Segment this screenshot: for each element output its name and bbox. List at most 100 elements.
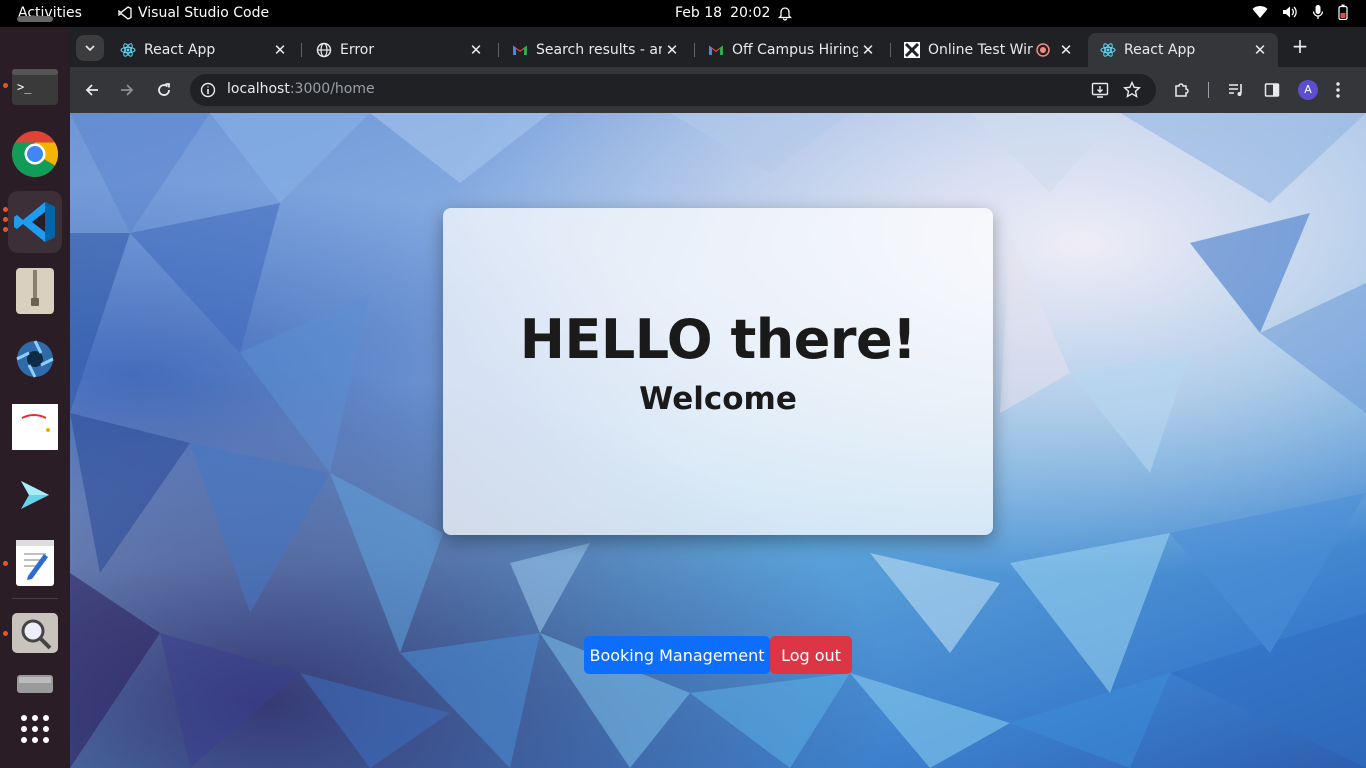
microphone-icon bbox=[1312, 5, 1324, 19]
dock-partial-item[interactable] bbox=[8, 5, 62, 23]
close-tab-icon[interactable]: ✕ bbox=[662, 41, 682, 59]
clock[interactable]: Feb 18 20:02 bbox=[675, 5, 793, 21]
tab-title: Error bbox=[340, 42, 375, 58]
forward-button[interactable] bbox=[115, 78, 139, 102]
url-text[interactable]: localhost:3000/home bbox=[227, 81, 375, 97]
tab-search-results[interactable]: Search results - am ✕ bbox=[500, 33, 690, 67]
side-panel-icon bbox=[1264, 83, 1280, 97]
react-icon bbox=[1100, 43, 1116, 57]
tab-title: React App bbox=[1124, 42, 1196, 58]
dock-image-app[interactable] bbox=[8, 400, 62, 454]
dock-archive-manager[interactable] bbox=[8, 264, 62, 318]
archive-icon bbox=[16, 268, 54, 314]
recording-icon bbox=[1036, 43, 1050, 57]
address-bar[interactable]: localhost:3000/home bbox=[190, 74, 1156, 106]
dock-vscode[interactable] bbox=[8, 191, 62, 253]
reload-button[interactable] bbox=[152, 78, 176, 102]
close-tab-icon[interactable]: ✕ bbox=[1250, 41, 1270, 59]
tab-title: Search results - am bbox=[536, 42, 662, 58]
profile-avatar[interactable]: A bbox=[1298, 80, 1318, 100]
tab-separator bbox=[301, 43, 302, 57]
tab-separator bbox=[498, 43, 499, 57]
notification-bell-icon bbox=[778, 7, 793, 21]
battery-icon bbox=[1338, 4, 1348, 20]
tab-react-app-active[interactable]: React App ✕ bbox=[1088, 33, 1278, 67]
system-tray[interactable] bbox=[1252, 4, 1348, 20]
test-site-icon bbox=[904, 42, 920, 58]
tab-off-campus-hiring[interactable]: Off Campus Hiring ✕ bbox=[696, 33, 886, 67]
chevron-down-icon bbox=[85, 45, 95, 51]
dock-terminal[interactable]: >_ bbox=[8, 60, 62, 114]
dock-search-app[interactable] bbox=[8, 606, 62, 660]
globe-icon bbox=[316, 42, 332, 58]
logout-button[interactable]: Log out bbox=[770, 636, 852, 674]
new-tab-button[interactable]: + bbox=[1288, 35, 1312, 59]
playlist-icon bbox=[1229, 84, 1242, 96]
url-host: localhost bbox=[227, 81, 290, 97]
booking-management-button[interactable]: Booking Management bbox=[584, 636, 770, 674]
arrow-left-icon bbox=[85, 84, 98, 96]
tab-title: Off Campus Hiring bbox=[732, 42, 858, 58]
tab-separator bbox=[694, 43, 695, 57]
tab-title: React App bbox=[144, 42, 216, 58]
show-apps-icon bbox=[21, 715, 49, 743]
close-tab-icon[interactable]: ✕ bbox=[1056, 41, 1076, 59]
focused-app-name: Visual Studio Code bbox=[138, 5, 270, 21]
vscode-icon bbox=[14, 202, 55, 242]
tab-online-test[interactable]: Online Test Wir ✕ bbox=[892, 33, 1084, 67]
tab-error[interactable]: Error ✕ bbox=[304, 33, 494, 67]
bookmark-star-icon[interactable] bbox=[1123, 81, 1141, 99]
show-apps-button[interactable] bbox=[8, 702, 62, 756]
ubuntu-dock: >_ bbox=[0, 16, 70, 768]
volume-icon bbox=[1283, 6, 1297, 18]
browser-tab-strip: React App ✕ Error ✕ Search results - am … bbox=[70, 27, 1366, 67]
back-button[interactable] bbox=[80, 78, 104, 102]
gmail-icon bbox=[709, 45, 723, 55]
extensions-button[interactable] bbox=[1170, 78, 1194, 102]
search-app-icon bbox=[12, 613, 58, 653]
close-tab-icon[interactable]: ✕ bbox=[466, 41, 486, 59]
chrome-icon bbox=[12, 131, 58, 177]
dock-chevron-app[interactable] bbox=[8, 468, 62, 522]
date-text: Feb 18 bbox=[675, 5, 723, 21]
image-app-icon bbox=[12, 404, 58, 450]
reload-icon bbox=[158, 83, 170, 96]
dock-aperture-app[interactable] bbox=[8, 332, 62, 386]
kebab-menu-icon bbox=[1336, 82, 1340, 98]
close-tab-icon[interactable]: ✕ bbox=[858, 41, 878, 59]
close-tab-icon[interactable]: ✕ bbox=[270, 41, 290, 59]
page-subtitle: Welcome bbox=[639, 381, 797, 417]
browser-toolbar: localhost:3000/home A bbox=[70, 67, 1366, 113]
url-path: :3000/home bbox=[289, 81, 375, 97]
react-icon bbox=[120, 43, 136, 57]
wifi-icon bbox=[1252, 6, 1268, 19]
side-panel-button[interactable] bbox=[1260, 78, 1284, 102]
arrow-right-icon bbox=[121, 84, 134, 96]
time-text: 20:02 bbox=[730, 5, 771, 21]
tab-title: Online Test Wir bbox=[928, 42, 1033, 58]
app-chevron-icon bbox=[21, 481, 49, 509]
drive-icon bbox=[17, 675, 53, 693]
svg-text:>_: >_ bbox=[17, 80, 32, 94]
puzzle-icon bbox=[1175, 83, 1189, 97]
page-title: HELLO there! bbox=[519, 308, 917, 371]
gmail-icon bbox=[513, 45, 527, 55]
dock-drive[interactable] bbox=[8, 672, 62, 696]
install-app-icon[interactable] bbox=[1091, 81, 1109, 99]
page-viewport: HELLO there! Welcome Booking Management … bbox=[70, 113, 1366, 768]
browser-menu-button[interactable] bbox=[1326, 78, 1350, 102]
dock-text-editor[interactable] bbox=[8, 536, 62, 590]
system-top-bar: Activities Visual Studio Code Feb 18 20:… bbox=[0, 0, 1366, 27]
dock-chrome[interactable] bbox=[8, 127, 62, 181]
focused-app-menu[interactable]: Visual Studio Code bbox=[118, 5, 269, 21]
welcome-card: HELLO there! Welcome bbox=[443, 208, 993, 535]
media-controls-button[interactable] bbox=[1224, 78, 1248, 102]
terminal-icon: >_ bbox=[12, 69, 58, 105]
tab-search-button[interactable] bbox=[76, 35, 104, 61]
dock-separator bbox=[12, 598, 58, 599]
site-info-icon[interactable] bbox=[200, 82, 216, 98]
text-editor-icon bbox=[16, 540, 54, 586]
toolbar-divider bbox=[1208, 82, 1209, 98]
app-aperture-icon bbox=[16, 340, 54, 378]
tab-react-app-1[interactable]: React App ✕ bbox=[108, 33, 298, 67]
